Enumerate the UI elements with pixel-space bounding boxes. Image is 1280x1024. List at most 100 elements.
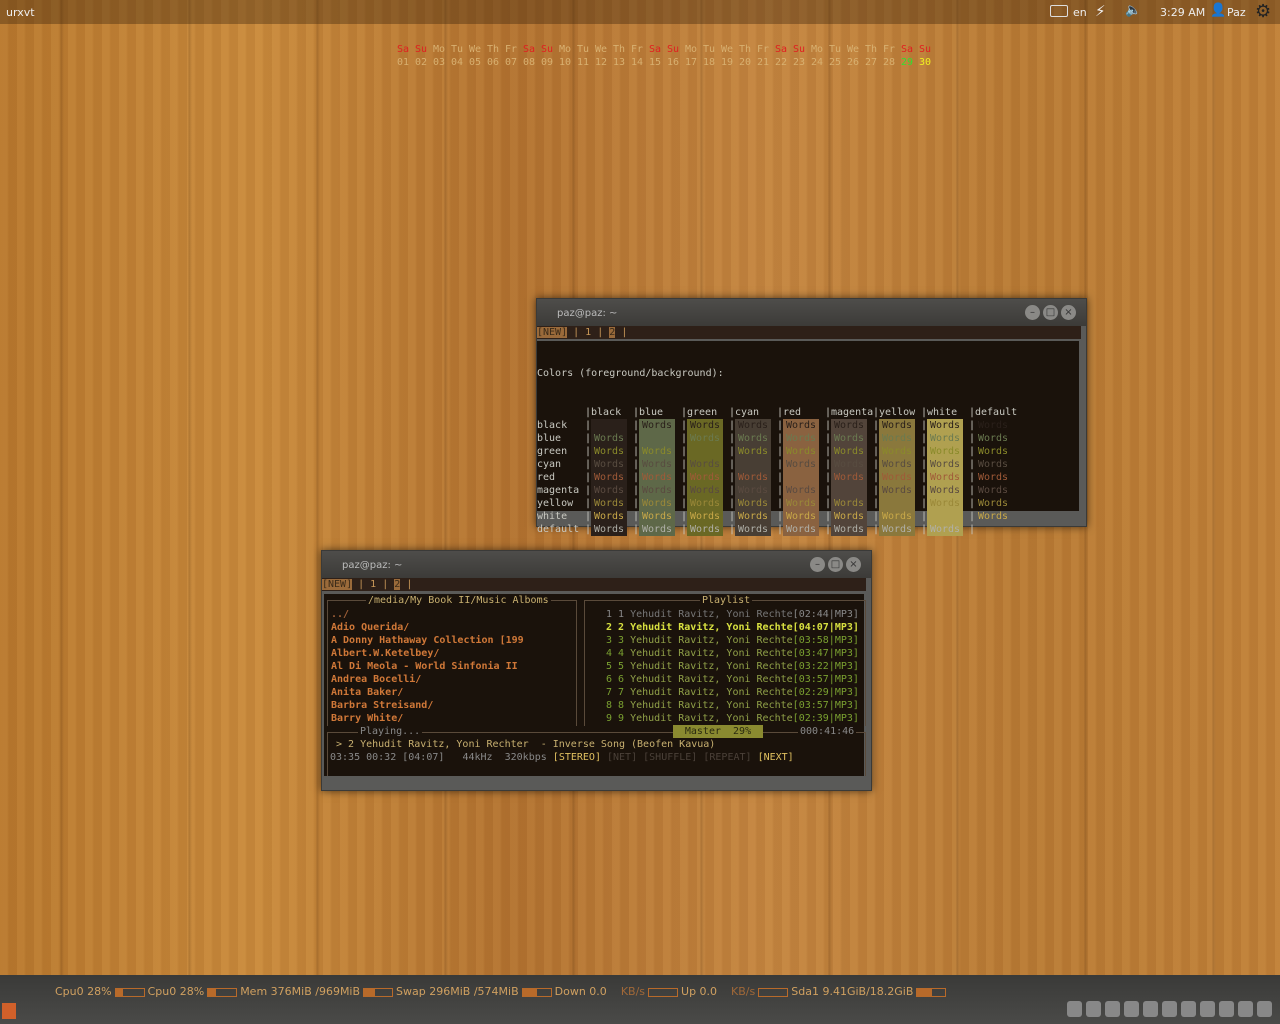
- tray-app-icon[interactable]: [1086, 1001, 1101, 1017]
- terminal-window-player[interactable]: paz@paz: ~ – □ × [NEW] | 1 | 2 | /media/…: [321, 550, 872, 791]
- calendar-weekday: Th: [738, 44, 752, 55]
- calendar-weekday: Fr: [504, 44, 518, 55]
- calendar-date[interactable]: 03: [430, 56, 448, 69]
- calendar-date[interactable]: 15: [646, 56, 664, 69]
- calendar-date[interactable]: 29: [898, 56, 916, 69]
- column-header: | black: [585, 406, 633, 419]
- calendar-date[interactable]: 16: [664, 56, 682, 69]
- calendar-date[interactable]: 24: [808, 56, 826, 69]
- track-title: Yehudit Ravitz, Yoni Rechte: [630, 609, 793, 620]
- terminal-window-colors[interactable]: paz@paz: ~ – □ × [NEW] | 1 | 2 | Colors …: [536, 298, 1087, 613]
- file-item[interactable]: Adio Querida/: [331, 621, 524, 634]
- playlist-item[interactable]: 3 3 Yehudit Ravitz, Yoni Rechte[03:58|MP…: [606, 634, 859, 647]
- calendar-date[interactable]: 19: [718, 56, 736, 69]
- calendar-date[interactable]: 12: [592, 56, 610, 69]
- tab-new[interactable]: [NEW]: [322, 579, 353, 590]
- calendar-date[interactable]: 05: [466, 56, 484, 69]
- calendar-date[interactable]: 10: [556, 56, 574, 69]
- playlist-item[interactable]: 6 6 Yehudit Ravitz, Yoni Rechte[03:57|MP…: [606, 673, 859, 686]
- file-item[interactable]: Anita Baker/: [331, 686, 524, 699]
- calendar-date[interactable]: 09: [538, 56, 556, 69]
- sample-text: Words: [977, 446, 1009, 457]
- playlist-item[interactable]: 9 9 Yehudit Ravitz, Yoni Rechte[02:39|MP…: [606, 712, 859, 725]
- network-icon[interactable]: ⚡: [1095, 2, 1106, 20]
- terminal-content[interactable]: Colors (foreground/background): | black | b…: [537, 341, 1079, 613]
- column-label: green: [687, 407, 718, 418]
- playlist-item[interactable]: 1 1 Yehudit Ravitz, Yoni Rechte[02:44|MP…: [606, 608, 859, 621]
- calendar-date[interactable]: 22: [772, 56, 790, 69]
- tray-app-icon[interactable]: [1105, 1001, 1120, 1017]
- power-icon[interactable]: [1257, 1001, 1272, 1017]
- playlist-item[interactable]: 2 2 Yehudit Ravitz, Yoni Rechte[04:07|MP…: [606, 621, 859, 634]
- calendar-date[interactable]: 27: [862, 56, 880, 69]
- playlist-item[interactable]: 7 7 Yehudit Ravitz, Yoni Rechte[02:29|MP…: [606, 686, 859, 699]
- usage-bar: [521, 987, 552, 997]
- file-item[interactable]: Barbra Streisand/: [331, 699, 524, 712]
- calendar-date[interactable]: 02: [412, 56, 430, 69]
- calendar-date[interactable]: 25: [826, 56, 844, 69]
- sample-text: Words: [977, 472, 1009, 483]
- file-item[interactable]: A Donny Hathaway Collection [199: [331, 634, 524, 647]
- gear-icon[interactable]: ⚙: [1255, 1, 1271, 22]
- file-item[interactable]: ../: [331, 608, 524, 621]
- minimize-button[interactable]: –: [1025, 305, 1040, 320]
- system-monitor: Cpu0 28% Cpu0 28% Mem 376MiB /969MiB Swap 2…: [55, 985, 949, 998]
- calendar-date[interactable]: 08: [520, 56, 538, 69]
- close-button[interactable]: ×: [846, 557, 861, 572]
- title-bar[interactable]: paz@paz: ~ – □ ×: [322, 551, 871, 578]
- calendar-date[interactable]: 18: [700, 56, 718, 69]
- track-number: 9 9: [606, 713, 625, 724]
- tab-1[interactable]: 1: [585, 327, 591, 338]
- tray-app-icon[interactable]: [1181, 1001, 1196, 1017]
- calendar-date[interactable]: 26: [844, 56, 862, 69]
- file-item[interactable]: Barry White/: [331, 712, 524, 725]
- clock[interactable]: 3:29 AM: [1160, 6, 1205, 19]
- maximize-button[interactable]: □: [828, 557, 843, 572]
- calendar-date[interactable]: 01: [394, 56, 412, 69]
- tray-volume-icon[interactable]: [1238, 1001, 1253, 1017]
- calendar-date[interactable]: 04: [448, 56, 466, 69]
- file-item[interactable]: Albert.W.Ketelbey/: [331, 647, 524, 660]
- playlist-item[interactable]: 4 4 Yehudit Ravitz, Yoni Rechte[03:47|MP…: [606, 647, 859, 660]
- keyboard-layout[interactable]: en: [1073, 6, 1087, 19]
- calendar-date[interactable]: 17: [682, 56, 700, 69]
- calendar-date[interactable]: 20: [736, 56, 754, 69]
- calendar-date[interactable]: 21: [754, 56, 772, 69]
- user-name[interactable]: Paz: [1227, 6, 1246, 19]
- playlist-item[interactable]: 8 8 Yehudit Ravitz, Yoni Rechte[03:57|MP…: [606, 699, 859, 712]
- minimize-button[interactable]: –: [810, 557, 825, 572]
- calendar-date[interactable]: 06: [484, 56, 502, 69]
- calendar-date[interactable]: 07: [502, 56, 520, 69]
- tray-app-icon[interactable]: [1143, 1001, 1158, 1017]
- music-player[interactable]: /media/My Book II/Music Alboms ../Adio Q…: [324, 594, 866, 776]
- maximize-button[interactable]: □: [1043, 305, 1058, 320]
- tab-1[interactable]: 1: [370, 579, 376, 590]
- tray-app-icon[interactable]: [1124, 1001, 1139, 1017]
- tray-app-icon[interactable]: [1219, 1001, 1234, 1017]
- file-item[interactable]: Al Di Meola - World Sinfonia II: [331, 660, 524, 673]
- title-bar[interactable]: paz@paz: ~ – □ ×: [537, 299, 1086, 326]
- tray-app-icon[interactable]: [1067, 1001, 1082, 1017]
- tray-app-icon[interactable]: [1162, 1001, 1177, 1017]
- file-item[interactable]: Andrea Bocelli/: [331, 673, 524, 686]
- tab-2[interactable]: 2: [609, 327, 616, 338]
- column-header: | white: [921, 406, 969, 419]
- tab-new[interactable]: [NEW]: [537, 327, 568, 338]
- keyboard-icon[interactable]: [1050, 5, 1068, 17]
- tray-app-icon[interactable]: [1200, 1001, 1215, 1017]
- volume-mixer[interactable]: Master 29%: [673, 725, 763, 738]
- volume-icon[interactable]: 🔈: [1125, 3, 1141, 18]
- calendar-date[interactable]: 14: [628, 56, 646, 69]
- calendar-date[interactable]: 28: [880, 56, 898, 69]
- playlist-item[interactable]: 5 5 Yehudit Ravitz, Yoni Rechte[03:22|MP…: [606, 660, 859, 673]
- color-table-row: default | Words | Words | Words | Words | Words | Wo…: [537, 523, 1079, 536]
- menu-icon[interactable]: [2, 1003, 16, 1019]
- calendar-date[interactable]: 13: [610, 56, 628, 69]
- calendar-date[interactable]: 30: [916, 56, 934, 69]
- calendar-date[interactable]: 23: [790, 56, 808, 69]
- close-button[interactable]: ×: [1061, 305, 1076, 320]
- tab-2[interactable]: 2: [394, 579, 401, 590]
- sample-text: Words: [641, 472, 673, 483]
- calendar-date[interactable]: 11: [574, 56, 592, 69]
- column-label: red: [783, 407, 802, 418]
